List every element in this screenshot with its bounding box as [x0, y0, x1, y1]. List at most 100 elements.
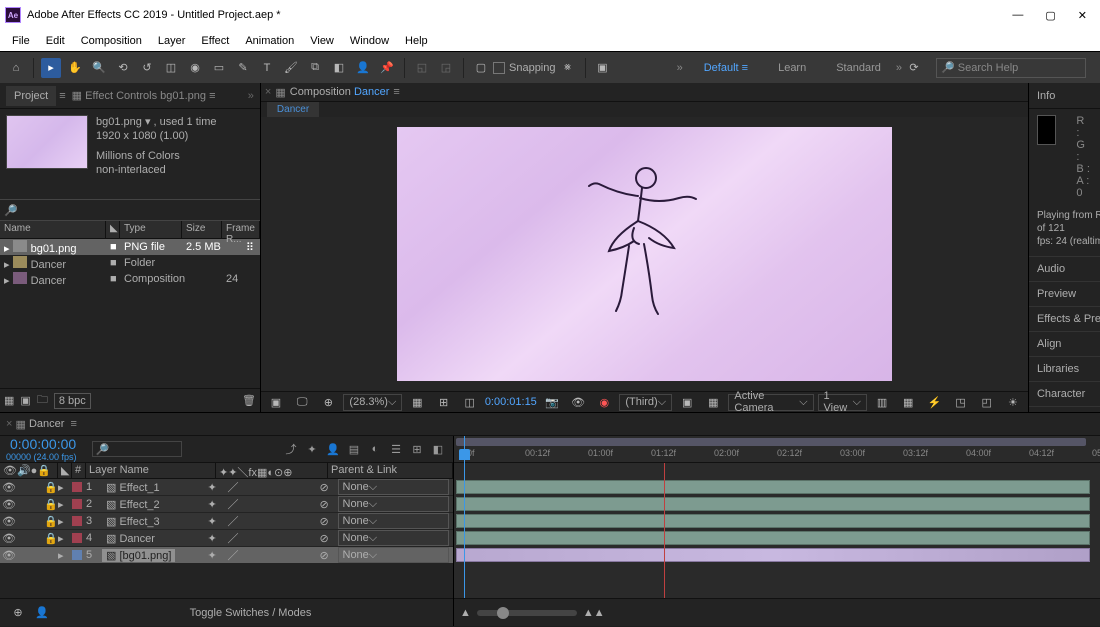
menu-view[interactable]: View — [302, 32, 342, 50]
snapshot-icon[interactable]: 📷 — [543, 392, 561, 412]
work-area-bar[interactable] — [456, 438, 1086, 446]
grid-icon[interactable]: ⊞ — [434, 392, 452, 412]
workspace-overflow-icon[interactable]: » — [896, 62, 902, 74]
time-ruler[interactable]: 00f00:12f01:00f01:12f02:00f02:12f03:00f0… — [454, 436, 1100, 463]
col-framerate[interactable]: Frame R... — [222, 221, 260, 238]
zoom-out-icon[interactable]: ▲▲ — [583, 607, 605, 619]
project-item[interactable]: ▸ Dancer ■ Composition 24 — [0, 271, 260, 287]
col-label[interactable]: ◣ — [106, 221, 120, 238]
tab-composition[interactable]: Composition Dancer — [290, 86, 390, 98]
resolution-dropdown[interactable]: (Third) ⌵ — [619, 394, 672, 411]
menu-edit[interactable]: Edit — [38, 32, 73, 50]
resolution-icon[interactable]: ▦ — [408, 392, 426, 412]
mask-mode-icon[interactable]: ▢ — [471, 58, 491, 78]
workspace-reset-icon[interactable]: ⟳ — [904, 58, 924, 78]
eraser-tool-icon[interactable]: ◧ — [329, 58, 349, 78]
menu-file[interactable]: File — [4, 32, 38, 50]
current-time[interactable]: 0:00:00:00 — [10, 436, 77, 452]
hide-shy-icon[interactable]: 👤 — [324, 440, 342, 458]
layer-row[interactable]: 👁🔒▸4▧ Dancer✦／⊘None⌵ — [0, 530, 453, 546]
maximize-button[interactable]: ▢ — [1045, 9, 1055, 22]
flowchart-icon[interactable]: ◰ — [978, 392, 996, 412]
project-search[interactable]: 🔎 — [0, 199, 260, 221]
layer-bar[interactable] — [456, 514, 1090, 528]
col-type[interactable]: Type — [120, 221, 182, 238]
track[interactable] — [454, 496, 1100, 512]
orbit-tool-icon[interactable]: ⟲ — [113, 58, 133, 78]
alpha-icon[interactable]: ⊕ — [319, 392, 337, 412]
folder-icon[interactable]: 🗀 — [37, 391, 48, 410]
project-item[interactable]: ▸ Dancer ■ Folder — [0, 255, 260, 271]
tab-info[interactable]: Info — [1037, 90, 1055, 102]
minimize-button[interactable]: — — [1012, 9, 1023, 22]
composition-viewer[interactable] — [261, 117, 1028, 391]
text-tool-icon[interactable]: T — [257, 58, 277, 78]
workspace-standard[interactable]: Standard — [821, 52, 896, 83]
transparency-icon[interactable]: ▦ — [704, 392, 722, 412]
workspace-learn[interactable]: Learn — [763, 52, 821, 83]
layer-row[interactable]: 👁🔒▸3▧ Effect_3✦／⊘None⌵ — [0, 513, 453, 529]
channel-icon[interactable]: ◉ — [595, 392, 613, 412]
home-tool-icon[interactable]: ⌂ — [6, 58, 26, 78]
panel-preview[interactable]: Preview — [1029, 281, 1100, 306]
rotate-tool-icon[interactable]: ↺ — [137, 58, 157, 78]
layer-bar[interactable] — [456, 531, 1090, 545]
camera-tool-icon[interactable]: ◫ — [161, 58, 181, 78]
panel-character[interactable]: Character — [1029, 381, 1100, 406]
puppet-tool-icon[interactable]: 📌 — [377, 58, 397, 78]
trash-icon[interactable]: 🗑 — [242, 394, 256, 407]
guides-icon[interactable]: ◫ — [461, 392, 479, 412]
brainstorm-icon[interactable]: ⊞ — [408, 440, 426, 458]
snap-options-icon[interactable]: ⨳ — [558, 58, 578, 78]
view-options-icon[interactable]: ▥ — [873, 392, 891, 412]
layer-row[interactable]: 👁▸5▧ [bg01.png]✦／⊘None⌵ — [0, 547, 453, 563]
track[interactable] — [454, 479, 1100, 495]
breadcrumb-item[interactable]: Dancer — [267, 102, 319, 117]
zoom-tool-icon[interactable]: 🔍 — [89, 58, 109, 78]
panel-align[interactable]: Align — [1029, 331, 1100, 356]
panel-overflow-icon[interactable]: » — [248, 90, 254, 102]
clone-tool-icon[interactable]: ⧉ — [305, 58, 325, 78]
fill-stroke-icon[interactable]: ▣ — [593, 58, 613, 78]
col-size[interactable]: Size — [182, 221, 222, 238]
motion-blur-icon[interactable]: ◐ — [366, 440, 384, 458]
tab-effect-controls[interactable]: ▦ Effect Controls bg01.png ≡ — [66, 85, 222, 106]
layer-bar[interactable] — [456, 497, 1090, 511]
canvas[interactable] — [397, 127, 892, 381]
roi-icon[interactable]: ▣ — [678, 392, 696, 412]
comp-icon[interactable]: ▣ — [20, 394, 30, 407]
layer-bar[interactable] — [456, 480, 1090, 494]
zoom-slider[interactable] — [477, 610, 577, 616]
layer-row[interactable]: 👁🔒▸2▧ Effect_2✦／⊘None⌵ — [0, 496, 453, 512]
fast-preview-icon[interactable]: ⚡ — [925, 392, 943, 412]
pixel-aspect-icon[interactable]: ▦ — [899, 392, 917, 412]
timeline-tab[interactable]: Dancer — [29, 418, 64, 430]
layer-bar[interactable] — [456, 548, 1090, 562]
menu-layer[interactable]: Layer — [150, 32, 194, 50]
comp-mini-flowchart-icon[interactable]: ⤴ — [282, 440, 300, 458]
panel-effects-presets[interactable]: Effects & Presets — [1029, 306, 1100, 331]
shape-tool-icon[interactable]: ▭ — [209, 58, 229, 78]
marker-icon[interactable]: ◧ — [429, 440, 447, 458]
layer-row[interactable]: 👁🔒▸1▧ Effect_1✦／⊘None⌵ — [0, 479, 453, 495]
snapping-checkbox[interactable] — [493, 62, 505, 74]
timecode-display[interactable]: 0:00:01:15 — [485, 396, 537, 408]
zoom-to-frame-icon[interactable]: ⊕ — [8, 603, 28, 623]
close-button[interactable]: ✕ — [1078, 9, 1087, 22]
shy-icon[interactable]: 👤 — [32, 603, 52, 623]
panel-audio[interactable]: Audio — [1029, 256, 1100, 281]
layer-search[interactable]: 🔎 — [92, 441, 182, 457]
magnification-icon[interactable]: 🖵 — [293, 392, 311, 412]
menu-window[interactable]: Window — [342, 32, 397, 50]
track[interactable] — [454, 547, 1100, 563]
view-dropdown[interactable]: 1 View ⌵ — [818, 394, 867, 411]
menu-animation[interactable]: Animation — [237, 32, 302, 50]
pen-tool-icon[interactable]: ✎ — [233, 58, 253, 78]
menu-composition[interactable]: Composition — [73, 32, 150, 50]
toggle-switches[interactable]: Toggle Switches / Modes — [54, 607, 447, 619]
col-name[interactable]: Name — [0, 221, 106, 238]
selection-tool-icon[interactable]: ▸ — [41, 58, 61, 78]
camera-dropdown[interactable]: Active Camera ⌵ — [728, 394, 813, 411]
workspace-default[interactable]: Default ≡ — [689, 52, 763, 83]
roto-tool-icon[interactable]: 👤 — [353, 58, 373, 78]
